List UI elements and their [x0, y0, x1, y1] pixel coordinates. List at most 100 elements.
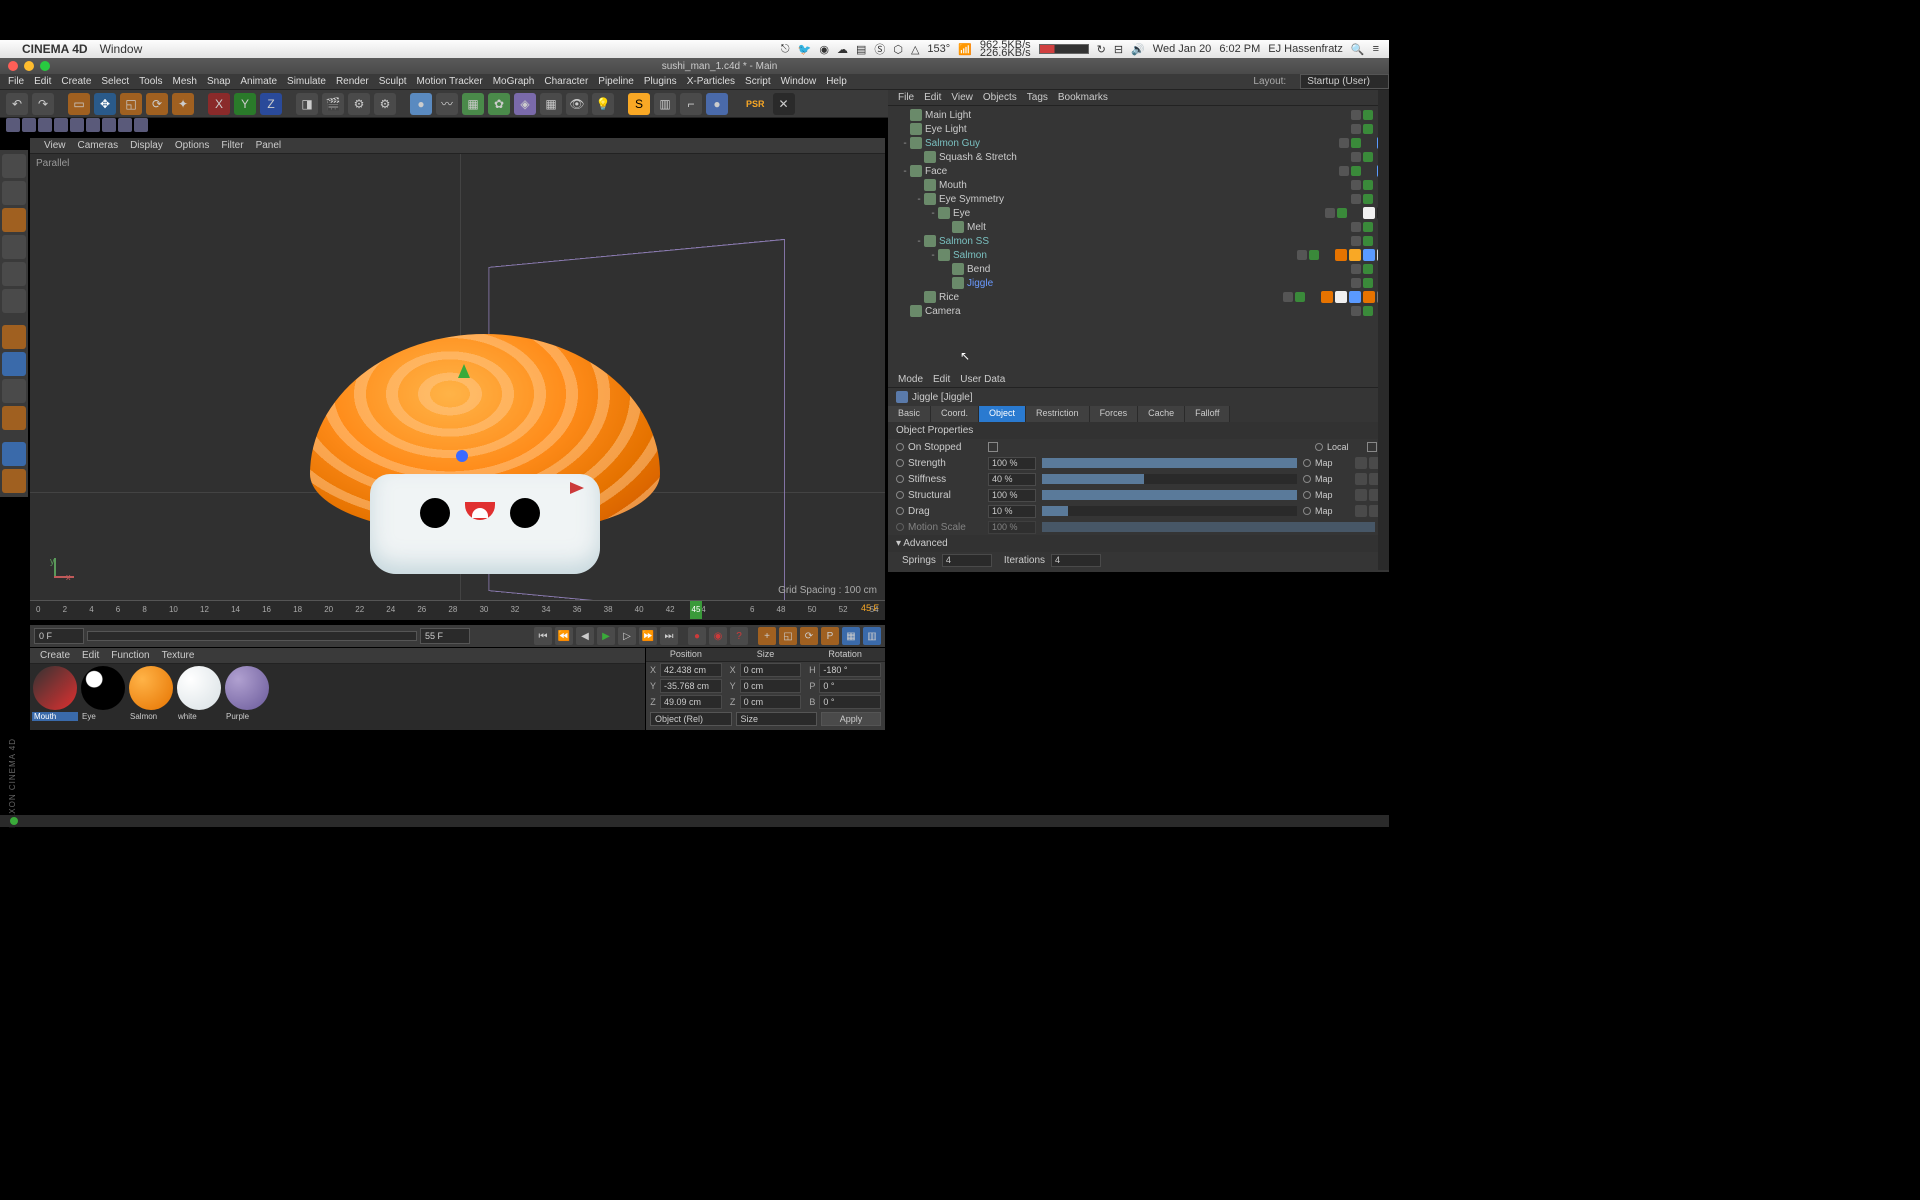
date[interactable]: Wed Jan 20 — [1153, 43, 1212, 55]
am-menu-edit[interactable]: Edit — [933, 374, 950, 385]
attr-tab[interactable]: Restriction — [1026, 406, 1090, 422]
minimize-window-button[interactable] — [24, 61, 34, 71]
key-param-button[interactable]: P — [821, 627, 839, 645]
object-tree-row[interactable]: Rice — [888, 290, 1389, 304]
menu-snap[interactable]: Snap — [207, 76, 230, 87]
close-window-button[interactable] — [8, 61, 18, 71]
object-tree-row[interactable]: Main Light — [888, 108, 1389, 122]
range-slider[interactable] — [87, 631, 417, 641]
vis-editor-toggle[interactable] — [1351, 264, 1361, 274]
expand-toggle[interactable]: - — [914, 194, 924, 205]
object-name[interactable]: Squash & Stretch — [939, 152, 1017, 163]
prop-slider[interactable] — [1042, 490, 1297, 500]
generator-button[interactable]: ▦ — [462, 93, 484, 115]
prop-slider[interactable] — [1042, 474, 1297, 484]
menu-help[interactable]: Help — [826, 76, 847, 87]
motion-scale-slider[interactable] — [1042, 522, 1375, 532]
prop-value-field[interactable]: 10 % — [988, 505, 1036, 518]
object-tag[interactable] — [1363, 249, 1375, 261]
object-name[interactable]: Face — [925, 166, 947, 177]
menu-mesh[interactable]: Mesh — [173, 76, 197, 87]
object-name[interactable]: Salmon Guy — [925, 138, 980, 149]
prop-value-field[interactable]: 100 % — [988, 457, 1036, 470]
maximize-window-button[interactable] — [40, 61, 50, 71]
springs-field[interactable]: 4 — [942, 554, 992, 567]
axis-x-toggle[interactable]: X — [208, 93, 230, 115]
vis-render-toggle[interactable] — [1337, 208, 1347, 218]
vis-render-toggle[interactable] — [1363, 124, 1373, 134]
vis-editor-toggle[interactable] — [1325, 208, 1335, 218]
om-menu-objects[interactable]: Objects — [983, 92, 1017, 103]
prop-value-field[interactable]: 100 % — [988, 489, 1036, 502]
texture-mode-button[interactable] — [2, 181, 26, 205]
rotation-field[interactable]: 0 ° — [819, 695, 881, 709]
menubar-icon[interactable]: ▤ — [856, 43, 866, 56]
object-tree-row[interactable]: Jiggle — [888, 276, 1389, 290]
mat-menu-create[interactable]: Create — [40, 650, 70, 661]
object-tree-row[interactable]: - Salmon Guy — [888, 136, 1389, 150]
notification-icon[interactable]: ≡ — [1373, 43, 1379, 55]
am-menu-userdata[interactable]: User Data — [960, 374, 1005, 385]
redo-button[interactable]: ↷ — [32, 93, 54, 115]
render-view-button[interactable]: 🎬 — [322, 93, 344, 115]
camera-button[interactable]: 👁 — [566, 93, 588, 115]
om-menu-bookmarks[interactable]: Bookmarks — [1058, 92, 1108, 103]
skype-icon[interactable]: Ⓢ — [874, 41, 885, 57]
snap-button[interactable] — [86, 118, 100, 132]
end-frame-field[interactable]: 55 F — [420, 628, 470, 644]
iterations-field[interactable]: 4 — [1051, 554, 1101, 567]
vis-editor-toggle[interactable] — [1351, 306, 1361, 316]
vis-render-toggle[interactable] — [1363, 110, 1373, 120]
menu-create[interactable]: Create — [61, 76, 91, 87]
material-item[interactable]: white — [176, 666, 222, 728]
menubar-icon[interactable]: △ — [911, 43, 919, 56]
menu-plugins[interactable]: Plugins — [644, 76, 677, 87]
vis-render-toggle[interactable] — [1363, 236, 1373, 246]
menu-render[interactable]: Render — [336, 76, 369, 87]
mat-menu-function[interactable]: Function — [111, 650, 149, 661]
prop-slider[interactable] — [1042, 458, 1297, 468]
menu-simulate[interactable]: Simulate — [287, 76, 326, 87]
select-tool[interactable]: ▭ — [68, 93, 90, 115]
menu-animate[interactable]: Animate — [240, 76, 277, 87]
vis-render-toggle[interactable] — [1363, 180, 1373, 190]
menu-sculpt[interactable]: Sculpt — [379, 76, 407, 87]
object-tag[interactable] — [1335, 249, 1347, 261]
object-tag[interactable] — [1321, 291, 1333, 303]
axis-z-toggle[interactable]: Z — [260, 93, 282, 115]
object-name[interactable]: Main Light — [925, 110, 971, 121]
object-tree-row[interactable]: Squash & Stretch — [888, 150, 1389, 164]
om-menu-tags[interactable]: Tags — [1027, 92, 1048, 103]
snap-button[interactable] — [134, 118, 148, 132]
object-name[interactable]: Mouth — [939, 180, 967, 191]
object-name[interactable]: Jiggle — [967, 278, 993, 289]
autokey-button[interactable]: ◉ — [709, 627, 727, 645]
viewport[interactable]: Parallel yx Grid Spacing : 100 cm — [30, 154, 885, 600]
menu-tools[interactable]: Tools — [139, 76, 162, 87]
deformer-button[interactable]: ◈ — [514, 93, 536, 115]
attr-tab[interactable]: Forces — [1090, 406, 1139, 422]
gizmo-center[interactable] — [456, 450, 468, 462]
object-tag[interactable] — [1349, 249, 1361, 261]
mat-menu-texture[interactable]: Texture — [162, 650, 195, 661]
environment-button[interactable]: ▦ — [540, 93, 562, 115]
vis-editor-toggle[interactable] — [1283, 292, 1293, 302]
map-button[interactable] — [1355, 457, 1367, 469]
prev-frame-button[interactable]: ◀ — [576, 627, 594, 645]
model-mode-button[interactable] — [2, 154, 26, 178]
key-rot-button[interactable]: ⟳ — [800, 627, 818, 645]
vp-menu-display[interactable]: Display — [130, 140, 163, 151]
menubar-icon[interactable]: ⎋ — [781, 43, 790, 56]
expand-toggle[interactable]: - — [900, 138, 910, 149]
position-field[interactable]: -35.768 cm — [660, 679, 722, 693]
snap-button[interactable] — [118, 118, 132, 132]
menubar-icon[interactable]: ↻ — [1097, 43, 1106, 56]
key-mode-button[interactable]: ▦ — [842, 627, 860, 645]
coord-system-button[interactable]: ◨ — [296, 93, 318, 115]
vis-editor-toggle[interactable] — [1351, 222, 1361, 232]
object-tree-row[interactable]: Eye Light — [888, 122, 1389, 136]
menu-edit[interactable]: Edit — [34, 76, 51, 87]
psr-indicator[interactable]: PSR — [742, 97, 769, 111]
rotation-field[interactable]: -180 ° — [819, 663, 881, 677]
object-tree-row[interactable]: Bend — [888, 262, 1389, 276]
